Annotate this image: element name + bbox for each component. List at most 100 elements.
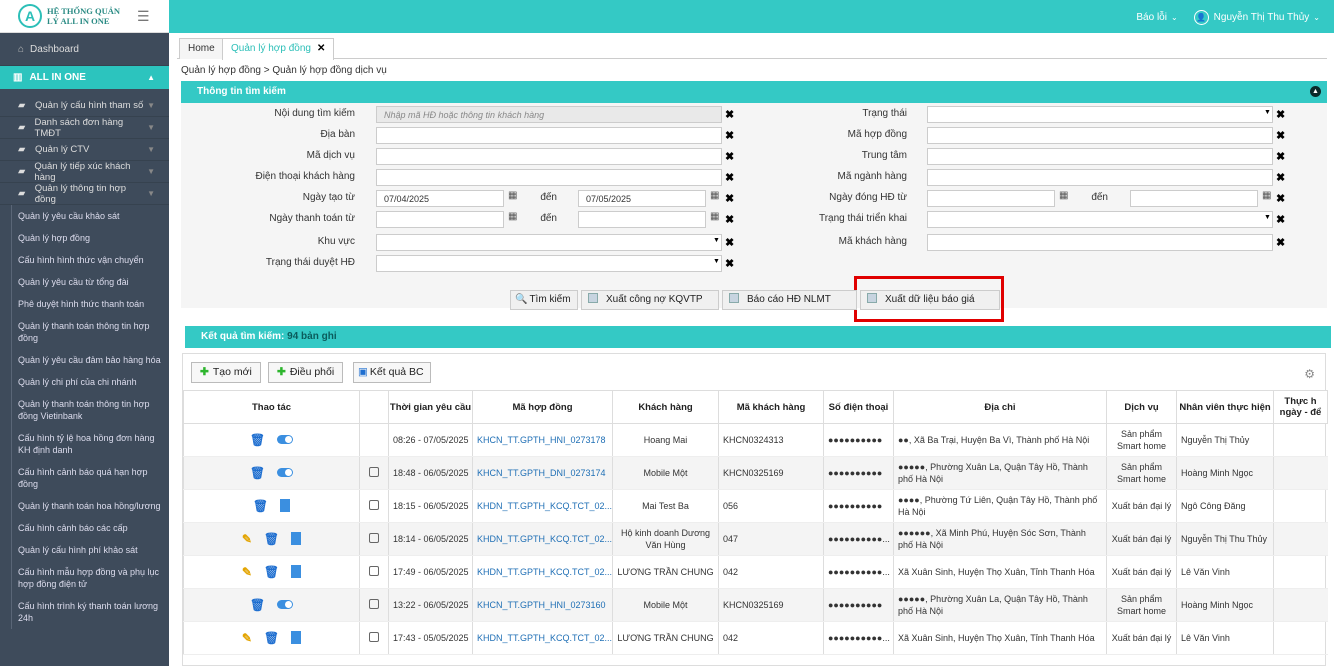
sidebar-subitem[interactable]: Quản lý thanh toán hoa hồng/lương bbox=[0, 495, 169, 517]
contract-code-link[interactable]: KHDN_TT.GPTH_KCQ.TCT_02... bbox=[472, 489, 613, 523]
clear-icon[interactable]: ✖ bbox=[1276, 213, 1285, 226]
edit-icon[interactable]: ✎ bbox=[242, 533, 252, 545]
sidebar-group[interactable]: ▰ Danh sách đơn hàng TMĐT ▼ bbox=[0, 117, 169, 139]
table-row[interactable]: 🗑 18:48 - 06/05/2025 KHCN_TT.GPTH_DNI_0273… bbox=[183, 456, 1328, 490]
search-panel-header[interactable]: Thông tin tìm kiếm ▲ bbox=[181, 81, 1327, 103]
export-debt-button[interactable]: Xuất công nợ KQVTP bbox=[581, 290, 719, 310]
clear-icon[interactable]: ✖ bbox=[1276, 236, 1285, 249]
export-quote-button[interactable]: Xuất dữ liệu báo giá bbox=[860, 290, 1000, 310]
clear-icon[interactable]: ✖ bbox=[725, 213, 734, 226]
report-nlmt-button[interactable]: Báo cáo HĐ NLMT bbox=[722, 290, 857, 310]
sidebar-subitem[interactable]: Quản lý chi phí của chi nhánh bbox=[0, 371, 169, 393]
sidebar-item-dashboard[interactable]: ⌂ Dashboard bbox=[0, 33, 169, 66]
service-code-field[interactable] bbox=[376, 148, 722, 165]
row-checkbox[interactable] bbox=[369, 565, 379, 576]
report-menu[interactable]: Báo lỗi bbox=[1136, 12, 1167, 23]
trash-icon[interactable]: 🗑 bbox=[253, 500, 268, 512]
calendar-icon[interactable]: ▦ bbox=[508, 211, 517, 222]
phone-field[interactable] bbox=[376, 169, 722, 186]
row-checkbox[interactable] bbox=[369, 631, 379, 642]
sidebar-subitem[interactable]: Cấu hình mẫu hợp đồng và phụ lục hợp đồn… bbox=[0, 561, 169, 595]
search-input[interactable]: Nhập mã HĐ hoặc thông tin khách hàng bbox=[376, 106, 722, 123]
clear-icon[interactable]: ✖ bbox=[725, 171, 734, 184]
status-select[interactable] bbox=[927, 106, 1273, 123]
created-to-field[interactable]: 07/05/2025 bbox=[578, 190, 706, 207]
customer-code-field[interactable] bbox=[927, 234, 1273, 251]
row-checkbox[interactable] bbox=[369, 499, 379, 510]
table-row[interactable]: ✎ 🗑 17:43 - 05/05/2025 KHDN_TT.GPTH_KCQ.TCT… bbox=[183, 621, 1328, 655]
sidebar-subitem[interactable]: Quản lý cấu hình phí khảo sát bbox=[0, 539, 169, 561]
clear-icon[interactable]: ✖ bbox=[1276, 171, 1285, 184]
sidebar-group[interactable]: ▰ Quản lý cấu hình tham số ▼ bbox=[0, 95, 169, 117]
trash-icon[interactable]: 🗑 bbox=[250, 434, 265, 446]
dispatch-button[interactable]: ✚ Điều phối bbox=[268, 362, 344, 383]
row-checkbox[interactable] bbox=[369, 466, 379, 477]
tab-home[interactable]: Home bbox=[179, 38, 224, 59]
sidebar-subitem[interactable]: Cấu hình cảnh báo quá hạn hợp đồng bbox=[0, 461, 169, 495]
contract-code-link[interactable]: KHCN_TT.GPTH_HNI_0273160 bbox=[472, 588, 613, 622]
sidebar-subitem[interactable]: Quản lý thanh toán thông tin hợp đồng Vi… bbox=[0, 393, 169, 427]
paid-from-field[interactable] bbox=[376, 211, 504, 228]
table-row[interactable]: 🗑 13:22 - 06/05/2025 KHCN_TT.GPTH_HNI_0273… bbox=[183, 588, 1328, 622]
sidebar-group[interactable]: ▰ Quản lý tiếp xúc khách hàng ▼ bbox=[0, 161, 169, 183]
clear-icon[interactable]: ✖ bbox=[1276, 108, 1285, 121]
document-icon[interactable] bbox=[291, 631, 302, 644]
trash-icon[interactable]: 🗑 bbox=[264, 566, 279, 578]
trash-icon[interactable]: 🗑 bbox=[250, 467, 265, 479]
sidebar-subitem[interactable]: Quản lý thanh toán thông tin hợp đồng bbox=[0, 315, 169, 349]
trash-icon[interactable]: 🗑 bbox=[264, 632, 279, 644]
sidebar-group[interactable]: ▰ Quản lý thông tin hợp đồng ▼ bbox=[0, 183, 169, 205]
contract-code-link[interactable]: KHDN_TT.GPTH_KCQ.TCT_02... bbox=[472, 555, 613, 589]
edit-icon[interactable]: ✎ bbox=[242, 566, 252, 578]
dropdown-arrow-icon[interactable]: ▼ bbox=[1264, 109, 1271, 116]
search-button[interactable]: 🔍 Tìm kiếm bbox=[510, 290, 578, 310]
sidebar-subitem[interactable]: Quản lý yêu cầu từ tổng đài bbox=[0, 271, 169, 293]
region-select[interactable] bbox=[376, 234, 722, 251]
user-menu[interactable]: Nguyễn Thị Thu Thủy bbox=[1214, 12, 1310, 23]
clear-icon[interactable]: ✖ bbox=[1276, 192, 1285, 205]
document-icon[interactable] bbox=[280, 499, 291, 512]
trash-icon[interactable]: 🗑 bbox=[264, 533, 279, 545]
table-row[interactable]: ✎ 🗑 17:49 - 06/05/2025 KHDN_TT.GPTH_KCQ.TCT… bbox=[183, 555, 1328, 589]
calendar-icon[interactable]: ▦ bbox=[508, 190, 517, 201]
sidebar-subitem[interactable]: Quản lý hợp đồng bbox=[0, 227, 169, 249]
close-from-field[interactable] bbox=[927, 190, 1055, 207]
clear-icon[interactable]: ✖ bbox=[725, 108, 734, 121]
table-row[interactable]: 🗑 18:15 - 06/05/2025 KHDN_TT.GPTH_KCQ.TCT_… bbox=[183, 489, 1328, 523]
document-icon[interactable] bbox=[291, 565, 302, 578]
sidebar-subitem[interactable]: Quản lý yêu cầu đảm bảo hàng hóa bbox=[0, 349, 169, 371]
created-from-field[interactable]: 07/04/2025 bbox=[376, 190, 504, 207]
deploy-status-select[interactable] bbox=[927, 211, 1273, 228]
calendar-icon[interactable]: ▦ bbox=[1262, 190, 1271, 201]
create-new-button[interactable]: ✚ Tạo mới bbox=[191, 362, 261, 383]
contract-code-field[interactable] bbox=[927, 127, 1273, 144]
toggle-switch[interactable] bbox=[277, 467, 294, 477]
calendar-icon[interactable]: ▦ bbox=[1059, 190, 1068, 201]
contract-code-link[interactable]: KHCN_TT.GPTH_HNI_0273178 bbox=[472, 423, 613, 457]
clear-icon[interactable]: ✖ bbox=[725, 129, 734, 142]
approval-status-select[interactable] bbox=[376, 255, 722, 272]
dropdown-arrow-icon[interactable]: ▼ bbox=[713, 237, 720, 244]
industry-code-field[interactable] bbox=[927, 169, 1273, 186]
settings-icon[interactable]: ⚙ bbox=[1304, 367, 1315, 381]
sidebar-subitem[interactable]: Phê duyệt hình thức thanh toán bbox=[0, 293, 169, 315]
sidebar-subitem[interactable]: Cấu hình cảnh báo các cấp bbox=[0, 517, 169, 539]
row-checkbox[interactable] bbox=[369, 598, 379, 609]
close-to-field[interactable] bbox=[1130, 190, 1258, 207]
close-icon[interactable]: ✕ bbox=[317, 43, 325, 54]
calendar-icon[interactable]: ▦ bbox=[710, 211, 719, 222]
sidebar-subitem[interactable]: Cấu hình tỷ lệ hoa hồng đơn hàng KH định… bbox=[0, 427, 169, 461]
contract-code-link[interactable]: KHDN_TT.GPTH_KCQ.TCT_02... bbox=[472, 621, 613, 655]
clear-icon[interactable]: ✖ bbox=[1276, 150, 1285, 163]
center-field[interactable] bbox=[927, 148, 1273, 165]
clear-icon[interactable]: ✖ bbox=[725, 150, 734, 163]
document-icon[interactable] bbox=[291, 532, 302, 545]
sidebar-item-all-in-one[interactable]: ▥ ALL IN ONE ▲ bbox=[0, 66, 169, 89]
collapse-icon[interactable]: ▲ bbox=[1310, 86, 1321, 97]
sidebar-subitem[interactable]: Quản lý yêu cầu khảo sát bbox=[0, 205, 169, 227]
clear-icon[interactable]: ✖ bbox=[725, 257, 734, 270]
toggle-switch[interactable] bbox=[277, 599, 294, 609]
logo[interactable]: A HỆ THỐNG QUẢN LÝ ALL IN ONE ☰ bbox=[0, 0, 169, 33]
tab-contract-management[interactable]: Quản lý hợp đồng ✕ bbox=[222, 38, 335, 60]
trash-icon[interactable]: 🗑 bbox=[250, 599, 265, 611]
